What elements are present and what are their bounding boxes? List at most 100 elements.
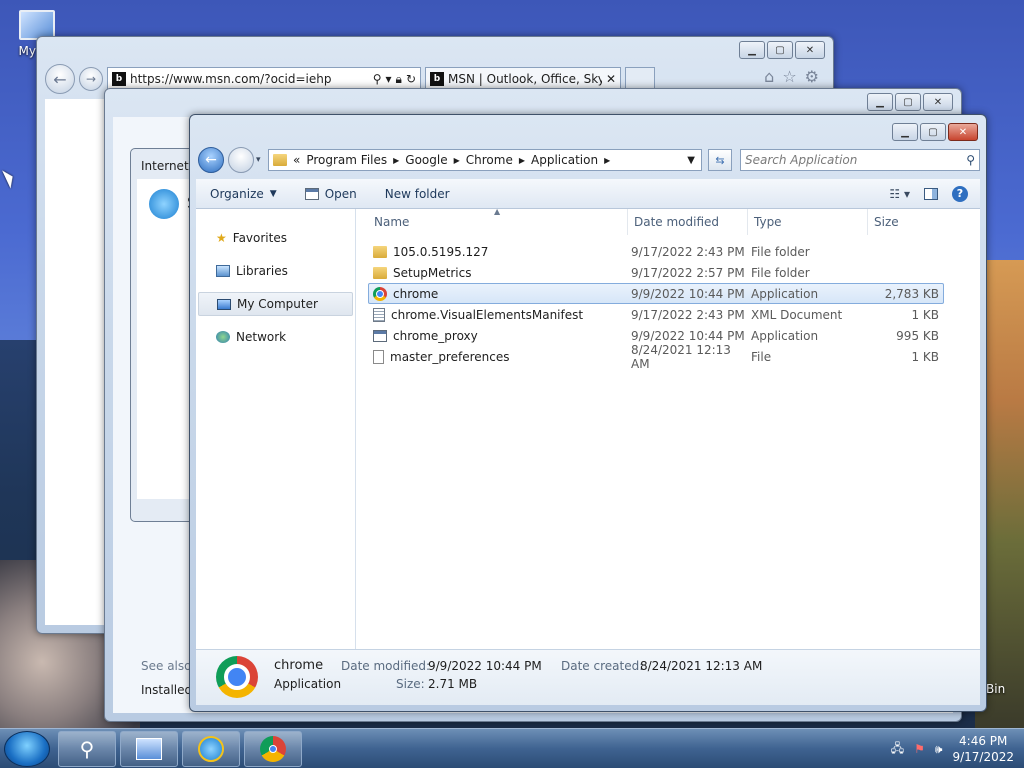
tab-close-icon[interactable]: ✕ [606,72,616,86]
maximize-button[interactable]: ▢ [767,41,793,59]
close-button[interactable]: ✕ [948,123,978,141]
minimize-button[interactable]: ▁ [739,41,765,59]
flag-icon[interactable]: ⚑ [914,742,925,756]
file-size: 1 KB [911,349,939,364]
clock-date: 9/17/2022 [952,750,1014,764]
open-button[interactable]: Open [291,179,371,208]
table-row[interactable]: master_preferences 8/24/2021 12:13 AM Fi… [368,343,944,371]
file-date: 9/17/2022 2:57 PM [631,265,745,280]
breadcrumb-item[interactable]: Chrome [466,153,513,167]
magnifier-icon: ⚲ [79,737,95,761]
search-icon[interactable]: ⚲ [966,153,975,167]
chrome-icon [260,736,286,762]
dropdown-icon[interactable]: ▾ [386,72,392,86]
search-input[interactable]: Search Application ⚲ [740,149,980,171]
table-row[interactable]: chrome.VisualElementsManifest 9/17/2022 … [368,304,944,325]
minimize-button[interactable]: ▁ [867,93,893,111]
close-button[interactable]: ✕ [923,93,953,111]
file-date: 9/9/2022 10:44 PM [631,286,745,301]
home-icon[interactable]: ⌂ [764,67,774,86]
maximize-button[interactable]: ▢ [920,123,946,141]
network-icon [216,331,230,343]
address-bar[interactable]: « Program Files ▶ Google ▶ Chrome ▶ Applica… [268,149,702,171]
breadcrumb-item[interactable]: Google [405,153,447,167]
forward-button[interactable] [228,147,254,173]
chevron-right-icon[interactable]: ▶ [454,156,460,165]
taskbar-explorer[interactable] [120,731,178,767]
new-folder-button[interactable]: New folder [371,179,464,208]
nav-item-libraries[interactable]: Libraries [198,259,353,283]
recent-pages-dropdown[interactable]: ▾ [256,155,261,165]
nav-item-favorites[interactable]: ★ Favorites [198,226,353,250]
search-icon[interactable]: ⚲ [373,72,382,86]
file-name: chrome_proxy [393,328,478,343]
gear-icon[interactable]: ⚙ [805,67,819,86]
file-date: 9/17/2022 2:43 PM [631,307,745,322]
back-button[interactable]: ← [198,147,224,173]
close-button[interactable]: ✕ [795,41,825,59]
file-name: chrome.VisualElementsManifest [391,307,584,322]
volume-icon[interactable]: 🕪 [935,742,943,757]
chevron-right-icon[interactable]: ▶ [604,156,610,165]
details-size-label: Size: [396,677,425,691]
taskbar-search[interactable]: ⚲ [58,731,116,767]
refresh-button[interactable]: ⇆ [708,149,732,171]
nav-item-network[interactable]: Network [198,325,353,349]
back-button[interactable]: ← [45,64,75,94]
column-header-label: Name [374,215,410,229]
file-type: Application [751,328,819,343]
ie-logo-icon [198,736,224,762]
table-row[interactable]: 105.0.5195.127 9/17/2022 2:43 PM File fo… [368,241,944,262]
table-row[interactable]: SetupMetrics 9/17/2022 2:57 PM File fold… [368,262,944,283]
navigation-pane: ★ Favorites Libraries My Computer Network [196,209,356,649]
chevron-right-icon[interactable]: ▶ [519,156,525,165]
column-header-label: Size [874,215,899,229]
nav-item-my-computer[interactable]: My Computer [198,292,353,316]
chevron-right-icon[interactable]: ▶ [393,156,399,165]
file-date: 9/9/2022 10:44 PM [631,328,745,343]
preview-pane-icon[interactable] [924,187,938,200]
breadcrumb-item[interactable]: Program Files [306,153,387,167]
refresh-icon[interactable]: ↻ [406,72,416,86]
clock-time: 4:46 PM [959,734,1008,748]
open-label: Open [324,186,357,201]
maximize-button[interactable]: ▢ [895,93,921,111]
column-header-name[interactable]: Name [356,209,628,235]
ie-caption-buttons: ▁ ▢ ✕ [739,41,825,59]
organize-button[interactable]: Organize ▼ [196,179,291,208]
details-date-modified-label: Date modified: [341,659,431,673]
column-header-date[interactable]: Date modified [628,209,748,235]
taskbar-chrome[interactable] [244,731,302,767]
file-list: 105.0.5195.127 9/17/2022 2:43 PM File fo… [356,241,980,371]
file-name: 105.0.5195.127 [393,244,489,259]
forward-button[interactable]: → [79,67,103,91]
table-row[interactable]: chrome 9/9/2022 10:44 PM Application 2,7… [368,283,944,304]
see-also-label: See also [141,659,192,673]
view-options-icon[interactable]: ☷ ▾ [889,187,910,201]
lock-icon[interactable]: 🔒︎ [396,72,402,87]
nav-item-label: Favorites [232,231,287,245]
tab-title: MSN | Outlook, Office, Sky... [448,72,602,86]
installed-link[interactable]: Installed [141,683,192,697]
taskbar-ie[interactable] [182,731,240,767]
column-header-size[interactable]: Size [868,209,948,235]
system-tray: 🖧 ⚑ 🕪 4:46 PM 9/17/2022 [891,733,1014,765]
minimize-button[interactable]: ▁ [892,123,918,141]
clock[interactable]: 4:46 PM 9/17/2022 [952,733,1014,765]
start-button[interactable] [4,731,50,767]
address-dropdown-icon[interactable]: ▼ [687,155,701,166]
explorer-caption-buttons: ▁ ▢ ✕ [892,123,978,141]
chrome-icon [373,286,387,301]
breadcrumb-prefix[interactable]: « [293,153,300,167]
favorites-star-icon[interactable]: ☆ [782,67,796,86]
msn-favicon-icon: b [112,72,126,86]
column-header-type[interactable]: Type [748,209,868,235]
application-icon [373,329,387,342]
breadcrumb-item[interactable]: Application [531,153,598,167]
network-icon[interactable]: 🖧 [891,739,904,760]
file-list-pane: Name Date modified Type Size ▲ 105.0.519… [356,207,980,649]
explorer-window[interactable]: ▁ ▢ ✕ ← ▾ « Program Files ▶ Google ▶ Chrom… [189,114,987,712]
desktop-icon-recycle-bin[interactable]: Bin [986,682,1005,696]
details-date-created-label: Date created: [561,659,644,673]
help-icon[interactable]: ? [952,185,968,202]
